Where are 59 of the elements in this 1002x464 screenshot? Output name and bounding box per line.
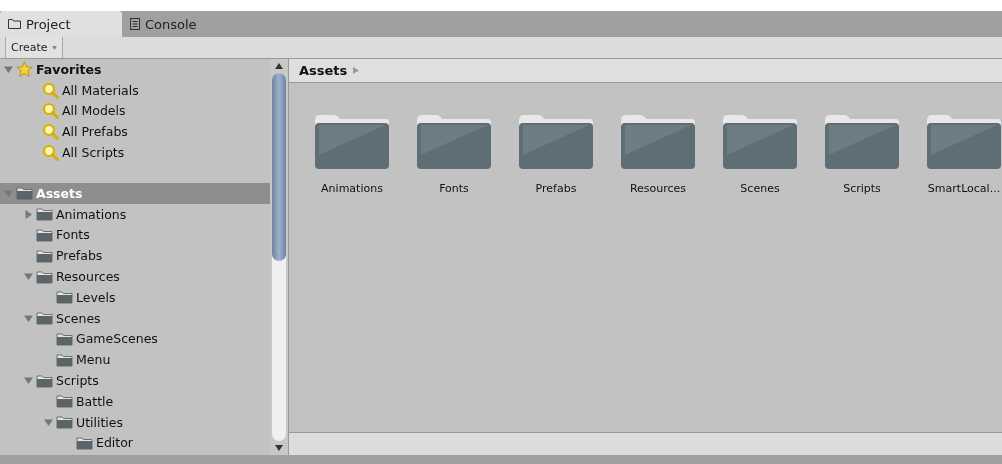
tree-item[interactable]: Resources (0, 266, 270, 287)
collapsed-arrow-icon[interactable] (24, 209, 33, 219)
folder-label[interactable]: Resources (629, 182, 687, 195)
folder-label[interactable]: Fonts (439, 182, 469, 195)
folder-icon (36, 373, 53, 388)
tree-item[interactable]: Levels (0, 286, 270, 308)
search-icon (42, 102, 59, 120)
folder-icon (16, 186, 33, 201)
search-icon (42, 123, 59, 141)
folder-icon (36, 311, 53, 326)
document-icon (130, 18, 140, 30)
expanded-arrow-icon[interactable] (24, 376, 33, 386)
caret-icon (51, 45, 57, 50)
expanded-arrow-icon[interactable] (44, 417, 53, 427)
tab[interactable]: Project (0, 11, 122, 37)
expanded-arrow-icon[interactable] (24, 313, 33, 323)
folder-label[interactable]: Scripts (843, 182, 881, 195)
folder-icon (56, 394, 73, 409)
folder-icon (36, 227, 53, 242)
folder-icon (56, 415, 73, 430)
tree-item[interactable]: Scenes (0, 307, 270, 329)
expanded-arrow-icon[interactable] (24, 272, 33, 282)
tree-item[interactable]: Editor (0, 432, 270, 454)
folder-label[interactable]: SmartLocal... (927, 182, 1001, 195)
favorites-header[interactable]: Favorites (0, 59, 270, 80)
folder-icon (56, 352, 73, 367)
favorite-item[interactable]: All Prefabs (0, 121, 270, 143)
scroll-down-icon[interactable] (275, 445, 283, 451)
tree-item[interactable]: Scripts (0, 370, 270, 391)
create-dropdown[interactable]: Create (5, 37, 63, 58)
tree-item[interactable]: GameScenes (0, 328, 270, 350)
folder-icon (36, 248, 53, 263)
tab[interactable]: Console (122, 11, 244, 37)
folder-label[interactable]: Animations (321, 182, 383, 195)
tree-item[interactable]: Fonts (0, 224, 270, 246)
folder-icon (36, 207, 53, 222)
tree-item[interactable]: Menu (0, 349, 270, 371)
search-icon (42, 81, 59, 99)
folder-icon (56, 331, 73, 346)
tree-item[interactable]: Utilities (0, 411, 270, 433)
tree-item[interactable]: Animations (0, 203, 270, 225)
folder-icon (36, 269, 53, 284)
favorite-item[interactable]: All Materials (0, 79, 270, 101)
favorite-item[interactable]: All Scripts (0, 142, 270, 163)
favorite-item[interactable]: All Models (0, 100, 270, 122)
chevron-icon (353, 67, 360, 74)
folder-label[interactable]: Scenes (740, 182, 780, 195)
folder-icon (76, 435, 93, 450)
expanded-arrow-icon[interactable] (4, 64, 13, 74)
tree-item[interactable]: Battle (0, 390, 270, 412)
folder-icon (8, 19, 21, 29)
folder-label[interactable]: Prefabs (535, 182, 577, 195)
star-icon (16, 60, 33, 78)
tree-item[interactable]: Prefabs (0, 245, 270, 267)
folder-icon (56, 290, 73, 305)
breadcrumb-item[interactable]: Assets (299, 63, 348, 78)
search-icon (42, 144, 59, 162)
scroll-up-icon[interactable] (275, 63, 283, 69)
scrollbar[interactable] (270, 59, 288, 455)
